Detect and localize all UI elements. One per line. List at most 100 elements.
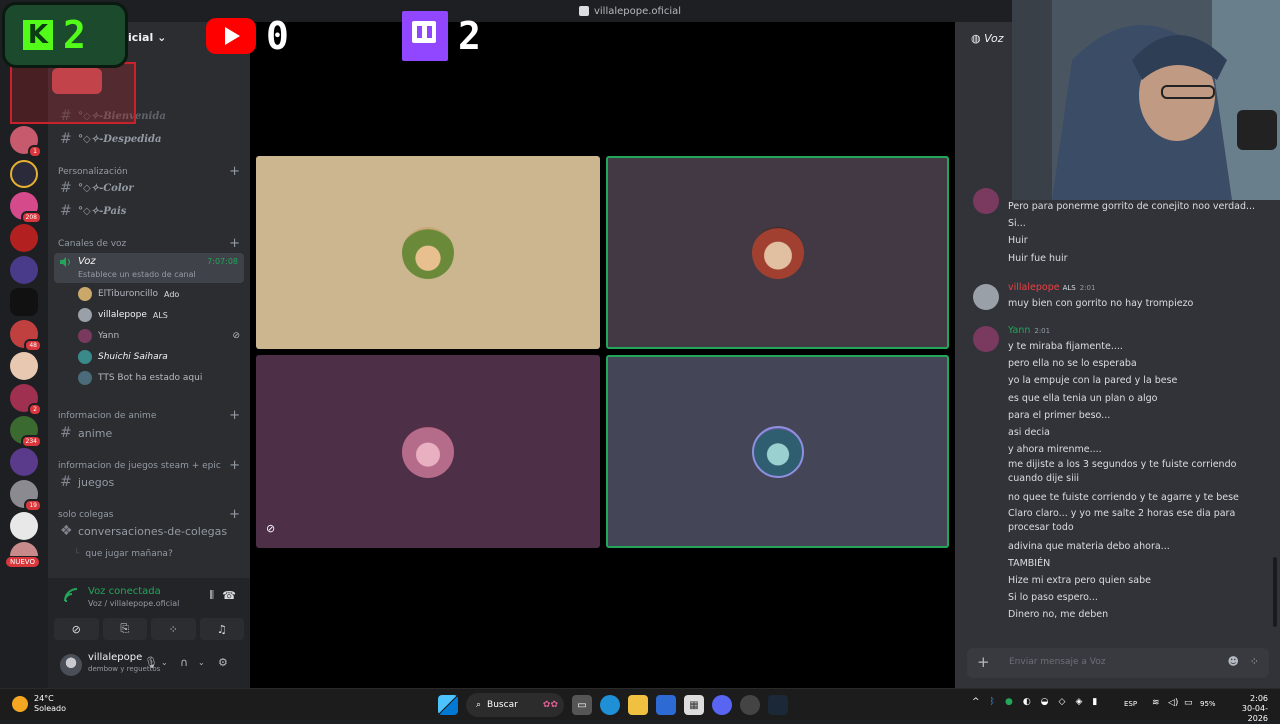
- message-input[interactable]: Enviar mensaje a Voz: [1009, 657, 1105, 667]
- server-icon-5[interactable]: [10, 256, 38, 284]
- tray-app-icon[interactable]: ◇: [1059, 697, 1066, 707]
- edge-icon[interactable]: [600, 695, 620, 715]
- server-icon-2[interactable]: [10, 160, 38, 188]
- wifi-icon[interactable]: ≋: [1152, 698, 1160, 708]
- server-icon-11[interactable]: [10, 448, 38, 476]
- author-tag: ALS: [1062, 284, 1076, 292]
- disconnect-icon[interactable]: ☎: [222, 589, 236, 602]
- microphone-icon[interactable]: 🎙: [144, 656, 158, 669]
- discord-tray-icon[interactable]: ◒: [1041, 697, 1049, 707]
- participant-tile[interactable]: [256, 156, 600, 349]
- server-icon-1[interactable]: 1: [10, 126, 42, 158]
- server-icon-14[interactable]: [10, 542, 38, 556]
- server-icon-3[interactable]: 208: [10, 192, 42, 224]
- discord-icon[interactable]: [712, 695, 732, 715]
- file-explorer-icon[interactable]: [628, 695, 648, 715]
- participant-tile-speaking[interactable]: [606, 156, 949, 349]
- category-personalizacion[interactable]: Personalización +: [58, 164, 240, 179]
- soundboard-button[interactable]: ♫: [199, 618, 244, 640]
- category-anime[interactable]: informacion de anime +: [58, 408, 240, 423]
- server-icon-7[interactable]: 48: [10, 320, 42, 352]
- windows-start-icon[interactable]: [438, 695, 458, 715]
- participant-tile-speaking[interactable]: [606, 355, 949, 548]
- thread-item[interactable]: └ que jugar mañana?: [66, 544, 244, 564]
- author-name[interactable]: villalepope: [1008, 282, 1060, 293]
- server-icon-13[interactable]: [10, 512, 38, 540]
- voice-member[interactable]: ElTiburoncillo Ado: [78, 285, 240, 303]
- steam-icon[interactable]: [768, 695, 788, 715]
- gear-icon[interactable]: ⚙: [218, 656, 228, 669]
- message-line: me dijiste a los 3 segundos y te fuiste …: [1008, 459, 1237, 471]
- message-composer[interactable]: + Enviar mensaje a Voz ☻ ⁘: [967, 648, 1269, 678]
- channel-colegas[interactable]: ❖ conversaciones-de-colegas: [52, 521, 244, 541]
- chevron-down-icon[interactable]: ⌄: [198, 658, 205, 667]
- message-line: y ahora mirenme....: [1008, 444, 1102, 456]
- language-indicator[interactable]: ESP: [1124, 700, 1137, 708]
- server-icon-4[interactable]: [10, 224, 38, 252]
- bluetooth-icon[interactable]: ᛒ: [990, 697, 995, 707]
- apps-icon[interactable]: ⁘: [1250, 655, 1259, 668]
- avatar[interactable]: [973, 188, 999, 214]
- voice-member[interactable]: Shuichi Saihara: [78, 348, 240, 366]
- channel-color[interactable]: # °◇✧-Color: [52, 178, 244, 198]
- server-icon-8[interactable]: [10, 352, 38, 380]
- server-icon-9[interactable]: 2: [10, 384, 42, 416]
- plus-icon[interactable]: +: [977, 653, 990, 671]
- message-line: Dinero no, me deben: [1008, 609, 1109, 621]
- category-voz[interactable]: Canales de voz +: [58, 236, 240, 251]
- tray-app-icon[interactable]: ●: [1005, 697, 1013, 707]
- weather-widget[interactable]: 24°C Soleado: [12, 694, 66, 714]
- channel-despedida[interactable]: # °◇✧-Despedida: [52, 129, 244, 149]
- task-view-icon[interactable]: ▭: [572, 695, 592, 715]
- plus-icon[interactable]: +: [229, 507, 240, 522]
- plus-icon[interactable]: +: [229, 236, 240, 251]
- voice-member[interactable]: TTS Bot ha estado aqui: [78, 369, 240, 387]
- server-icon-12[interactable]: 19: [10, 480, 42, 512]
- server-icon-10[interactable]: 234: [10, 416, 42, 448]
- channel-juegos[interactable]: # juegos: [52, 472, 244, 492]
- participant-tile[interactable]: ⊘: [256, 355, 600, 548]
- voice-channel-voz[interactable]: Voz 7:07:08 Establece un estado de canal: [54, 253, 244, 283]
- obs-icon[interactable]: [740, 695, 760, 715]
- channel-pais[interactable]: # °◇✧-Pais: [52, 201, 244, 221]
- message-line: Si...: [1008, 218, 1026, 230]
- plus-icon[interactable]: +: [229, 408, 240, 423]
- voice-status-title[interactable]: Voz conectada: [88, 586, 161, 597]
- calendar-icon[interactable]: ▦: [684, 695, 704, 715]
- volume-icon[interactable]: ◁): [1168, 698, 1178, 708]
- category-colegas[interactable]: solo colegas +: [58, 507, 240, 522]
- avatar[interactable]: [973, 326, 999, 352]
- clock-date: 30-04-2026: [1241, 704, 1268, 723]
- taskbar-search[interactable]: ⌕ Buscar ✿✿: [466, 693, 564, 717]
- microphone-icon[interactable]: ▮: [1092, 697, 1097, 707]
- camera-off-button[interactable]: ⊘: [54, 618, 99, 640]
- author-name[interactable]: Yann: [1008, 325, 1030, 336]
- user-name[interactable]: villalepope: [88, 652, 142, 663]
- channel-anime[interactable]: # anime: [52, 423, 244, 443]
- noise-suppression-icon[interactable]: ⫼: [209, 590, 214, 601]
- headphones-icon[interactable]: ∩: [180, 656, 188, 669]
- avatar[interactable]: [973, 284, 999, 310]
- chat-scrollbar[interactable]: [1273, 557, 1277, 627]
- plus-icon[interactable]: +: [229, 458, 240, 473]
- steam-tray-icon[interactable]: ◐: [1023, 697, 1031, 707]
- message-line: para el primer beso...: [1008, 409, 1111, 421]
- chevron-down-icon[interactable]: ⌄: [161, 658, 168, 667]
- battery-icon[interactable]: ▭: [1184, 698, 1193, 708]
- screen-share-button[interactable]: ⎘: [102, 618, 147, 640]
- server-icon-kick[interactable]: [10, 288, 38, 316]
- emoji-icon[interactable]: ☻: [1228, 655, 1239, 668]
- thread-label: que jugar mañana?: [85, 549, 173, 559]
- voice-channel-status[interactable]: Establece un estado de canal: [78, 270, 196, 279]
- message-line: TAMBIÉN: [1008, 557, 1051, 569]
- activities-button[interactable]: ⁘: [151, 618, 196, 640]
- avatar[interactable]: [60, 654, 82, 676]
- voice-member[interactable]: Yann ⊘: [78, 327, 240, 345]
- plus-icon[interactable]: +: [229, 164, 240, 179]
- ms-store-icon[interactable]: [656, 695, 676, 715]
- thread-branch-icon: └: [74, 549, 80, 559]
- chevron-up-icon[interactable]: ^: [972, 697, 980, 707]
- security-icon[interactable]: ◈: [1075, 697, 1082, 707]
- voice-member[interactable]: villalepope ALS: [78, 306, 240, 324]
- category-juegos[interactable]: informacion de juegos steam + epic +: [58, 458, 240, 473]
